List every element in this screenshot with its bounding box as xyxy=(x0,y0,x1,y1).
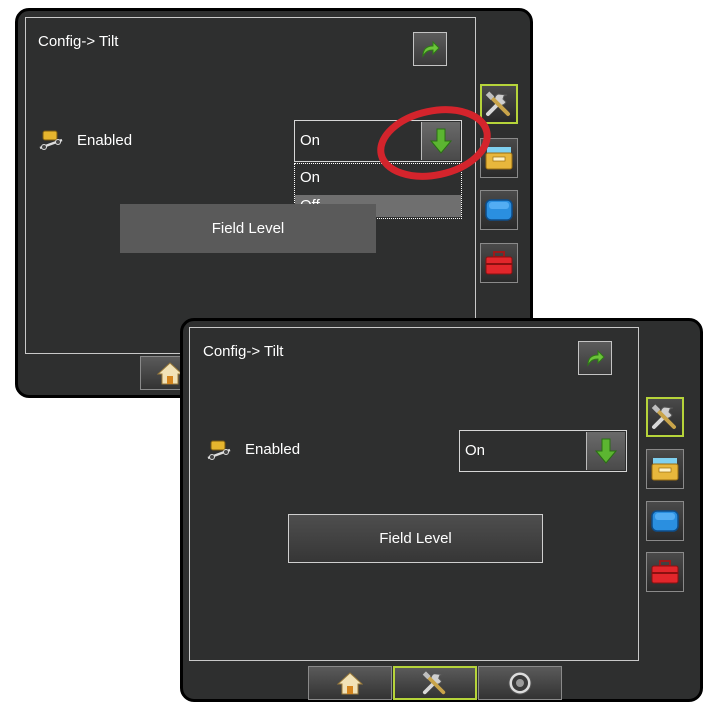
toolbox-icon xyxy=(651,560,679,584)
display-icon xyxy=(485,199,513,221)
tilt-icon xyxy=(39,130,63,150)
tilt-icon xyxy=(207,440,231,460)
field-level-button[interactable]: Field Level xyxy=(120,204,376,253)
redo-arrow-icon xyxy=(422,40,440,58)
page-title: Config-> Tilt xyxy=(203,343,284,360)
gauge-icon xyxy=(508,671,532,695)
tilt-label: Enabled xyxy=(77,132,133,149)
side-tab-toolbox[interactable] xyxy=(480,243,518,283)
bottom-tab-home[interactable] xyxy=(308,666,392,700)
redo-arrow-icon xyxy=(587,349,605,367)
side-tab-toolbox[interactable] xyxy=(646,552,684,592)
tools-icon xyxy=(422,671,446,695)
bottom-tab-tools[interactable] xyxy=(393,666,477,700)
tilt-dropdown[interactable]: On xyxy=(459,430,627,472)
exit-button[interactable] xyxy=(413,32,447,66)
side-tab-archive[interactable] xyxy=(646,449,684,489)
main-panel xyxy=(189,327,639,661)
side-tab-display[interactable] xyxy=(480,190,518,230)
dropdown-arrow-button[interactable] xyxy=(586,432,625,470)
tilt-dropdown-value: On xyxy=(300,132,321,149)
toolbox-icon xyxy=(485,251,513,275)
display-icon xyxy=(651,510,679,532)
archive-box-icon xyxy=(651,458,679,481)
tilt-label: Enabled xyxy=(245,441,301,458)
home-icon xyxy=(337,672,363,695)
tilt-dropdown-value: On xyxy=(465,442,486,459)
front-screen: Config-> Tilt Enabled On Field Level xyxy=(180,318,703,702)
page-title: Config-> Tilt xyxy=(38,33,119,50)
arrow-down-icon xyxy=(595,438,617,464)
exit-button[interactable] xyxy=(578,341,612,375)
red-highlight-circle xyxy=(377,106,491,180)
field-level-button[interactable]: Field Level xyxy=(288,514,543,563)
side-tab-display[interactable] xyxy=(646,501,684,541)
tools-icon xyxy=(651,404,676,429)
bottom-tab-gauge[interactable] xyxy=(478,666,562,700)
side-tab-tools[interactable] xyxy=(646,397,684,437)
